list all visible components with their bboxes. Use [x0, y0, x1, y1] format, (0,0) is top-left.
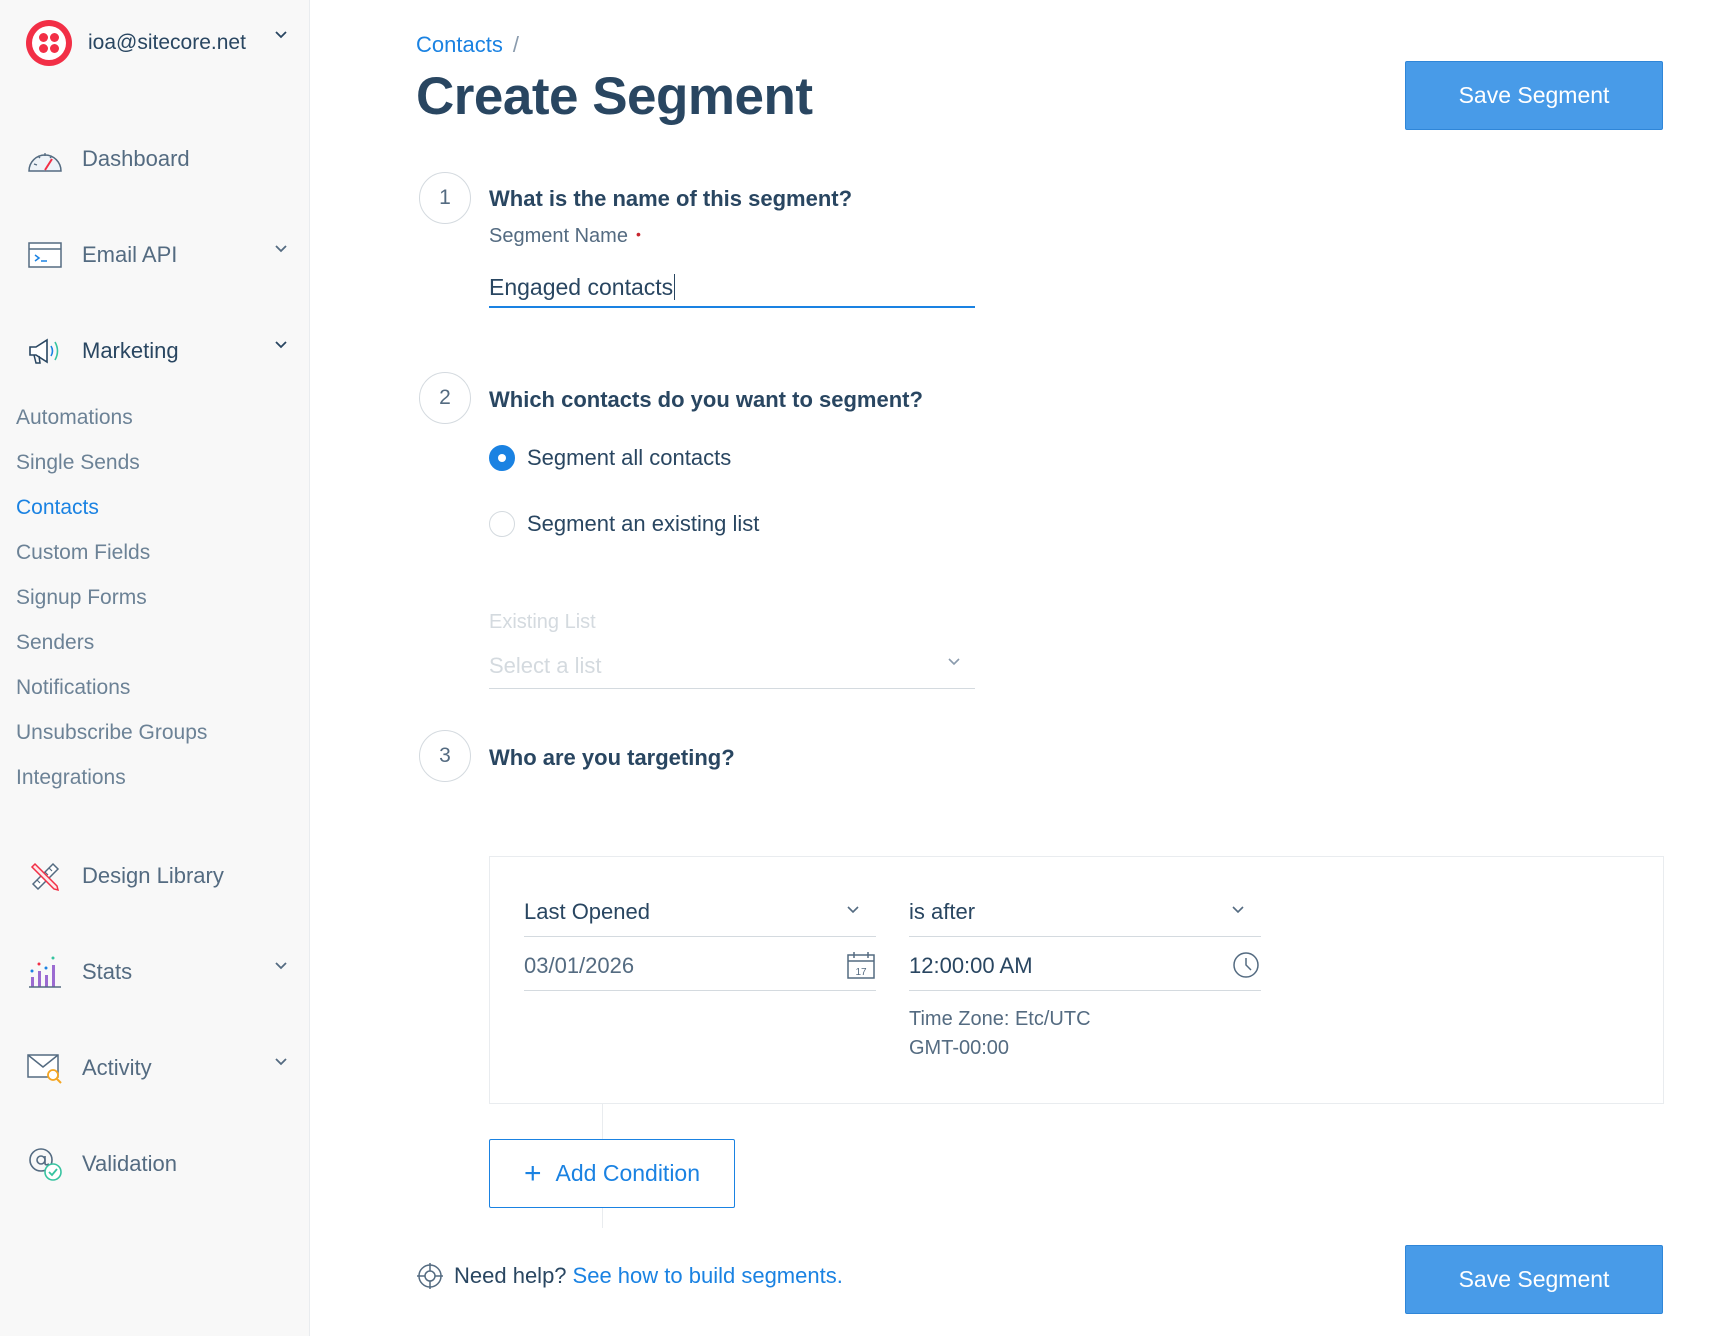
- condition-date-value: 03/01/2026: [524, 952, 635, 978]
- timezone-label: Time Zone: Etc/UTC: [909, 1008, 1091, 1030]
- chevron-down-icon: [275, 1058, 287, 1066]
- lifebuoy-icon: [417, 1263, 443, 1289]
- chevron-down-icon: [275, 962, 287, 970]
- calendar-icon[interactable]: 17: [846, 950, 876, 980]
- condition-date-input[interactable]: 03/01/2026 17: [524, 941, 876, 991]
- account-email: ioa@sitecore.net: [88, 31, 246, 54]
- add-condition-button[interactable]: + Add Condition: [489, 1139, 735, 1208]
- dashboard-gauge-icon: [26, 140, 64, 178]
- breadcrumb: Contacts /: [416, 32, 519, 58]
- radio-option-all-contacts[interactable]: Segment all contacts: [489, 445, 731, 471]
- condition-field-value: Last Opened: [524, 898, 650, 924]
- step-2-question: Which contacts do you want to segment?: [489, 387, 923, 412]
- plus-icon: +: [523, 1156, 542, 1190]
- step-3-question: Who are you targeting?: [489, 745, 735, 770]
- nav-label: Validation: [82, 1151, 177, 1176]
- segment-name-input[interactable]: Engaged contacts: [489, 268, 975, 308]
- megaphone-icon: [26, 332, 64, 370]
- nav-activity[interactable]: Activity: [26, 1049, 296, 1087]
- nav-label: Design Library: [82, 863, 224, 888]
- validation-at-check-icon: [26, 1145, 64, 1183]
- account-switcher[interactable]: ioa@sitecore.net: [26, 20, 287, 66]
- nav-label: Marketing: [82, 338, 179, 363]
- add-condition-label: Add Condition: [555, 1160, 701, 1186]
- help-link[interactable]: See how to build segments.: [573, 1263, 843, 1289]
- chevron-down-icon: [847, 906, 859, 914]
- save-segment-button-top[interactable]: Save Segment: [1405, 61, 1663, 130]
- radio-selected-icon[interactable]: [489, 445, 515, 471]
- radio-label-existing-list: Segment an existing list: [527, 511, 760, 536]
- email-api-terminal-icon: [26, 236, 64, 274]
- segment-name-label-text: Segment Name: [489, 225, 628, 247]
- clock-icon[interactable]: [1231, 950, 1261, 980]
- step-3-number: 3: [419, 730, 471, 782]
- chevron-down-icon: [948, 658, 960, 666]
- sidebar-item-integrations[interactable]: Integrations: [16, 766, 126, 790]
- twilio-logo-icon: [26, 20, 72, 66]
- sidebar-item-notifications[interactable]: Notifications: [16, 676, 130, 700]
- nav-email-api[interactable]: Email API: [26, 236, 296, 274]
- text-cursor: [674, 274, 676, 300]
- help-section: Need help? See how to build segments.: [416, 1262, 843, 1290]
- stats-bar-chart-icon: [26, 953, 64, 991]
- existing-list-label: Existing List: [489, 611, 596, 633]
- nav-label: Stats: [82, 959, 133, 984]
- nav-design-library[interactable]: Design Library: [26, 857, 296, 895]
- nav-stats[interactable]: Stats: [26, 953, 296, 991]
- condition-connector-line: [602, 1104, 603, 1139]
- radio-option-existing-list[interactable]: Segment an existing list: [489, 511, 759, 537]
- sidebar-item-automations[interactable]: Automations: [16, 406, 133, 430]
- condition-time-input[interactable]: 12:00:00 AM: [909, 941, 1261, 991]
- sidebar-item-single-sends[interactable]: Single Sends: [16, 451, 140, 475]
- chevron-down-icon: [275, 341, 287, 349]
- breadcrumb-separator: /: [512, 32, 519, 57]
- radio-label-all-contacts: Segment all contacts: [527, 445, 732, 470]
- existing-list-placeholder: Select a list: [489, 652, 602, 678]
- sidebar-item-senders[interactable]: Senders: [16, 631, 94, 655]
- sidebar-item-custom-fields[interactable]: Custom Fields: [16, 541, 150, 565]
- condition-card: Last Opened is after 03/01/2026 17 12:00…: [489, 856, 1664, 1104]
- save-segment-button-bottom[interactable]: Save Segment: [1405, 1245, 1663, 1314]
- nav-label: Email API: [82, 242, 178, 267]
- sidebar-item-signup-forms[interactable]: Signup Forms: [16, 586, 147, 610]
- help-prefix: Need help?: [454, 1263, 567, 1288]
- chevron-down-icon: [275, 245, 287, 253]
- required-indicator: •: [635, 226, 641, 242]
- nav-label: Dashboard: [82, 146, 190, 171]
- condition-operator-value: is after: [909, 898, 976, 924]
- step-1-number: 1: [419, 172, 471, 224]
- step-1-question: What is the name of this segment?: [489, 186, 853, 211]
- segment-name-value: Engaged contacts: [489, 273, 674, 300]
- design-pencil-ruler-icon: [26, 857, 64, 895]
- chevron-down-icon: [275, 31, 287, 39]
- sidebar-item-contacts[interactable]: Contacts: [16, 496, 99, 520]
- activity-envelope-search-icon: [26, 1049, 64, 1087]
- page-title: Create Segment: [416, 67, 813, 126]
- timezone-offset: GMT-00:00: [909, 1037, 1010, 1059]
- chevron-down-icon: [1232, 906, 1244, 914]
- nav-dashboard[interactable]: Dashboard: [26, 140, 296, 178]
- calendar-day-number: 17: [855, 967, 867, 978]
- breadcrumb-contacts-link[interactable]: Contacts: [416, 32, 503, 57]
- sidebar: ioa@sitecore.net Dashboard Email API Mar…: [0, 0, 310, 1336]
- condition-operator-select[interactable]: is after: [909, 887, 1261, 937]
- nav-label: Activity: [82, 1055, 152, 1080]
- nav-validation[interactable]: Validation: [26, 1145, 296, 1183]
- sidebar-item-unsubscribe-groups[interactable]: Unsubscribe Groups: [16, 721, 207, 745]
- segment-name-label: Segment Name •: [489, 225, 641, 248]
- condition-connector-line: [602, 1208, 603, 1228]
- condition-time-value: 12:00:00 AM: [909, 952, 1033, 978]
- radio-unselected-icon[interactable]: [489, 511, 515, 537]
- step-2-number: 2: [419, 372, 471, 424]
- condition-field-select[interactable]: Last Opened: [524, 887, 876, 937]
- nav-marketing[interactable]: Marketing: [26, 332, 296, 370]
- existing-list-select[interactable]: Select a list: [489, 643, 975, 689]
